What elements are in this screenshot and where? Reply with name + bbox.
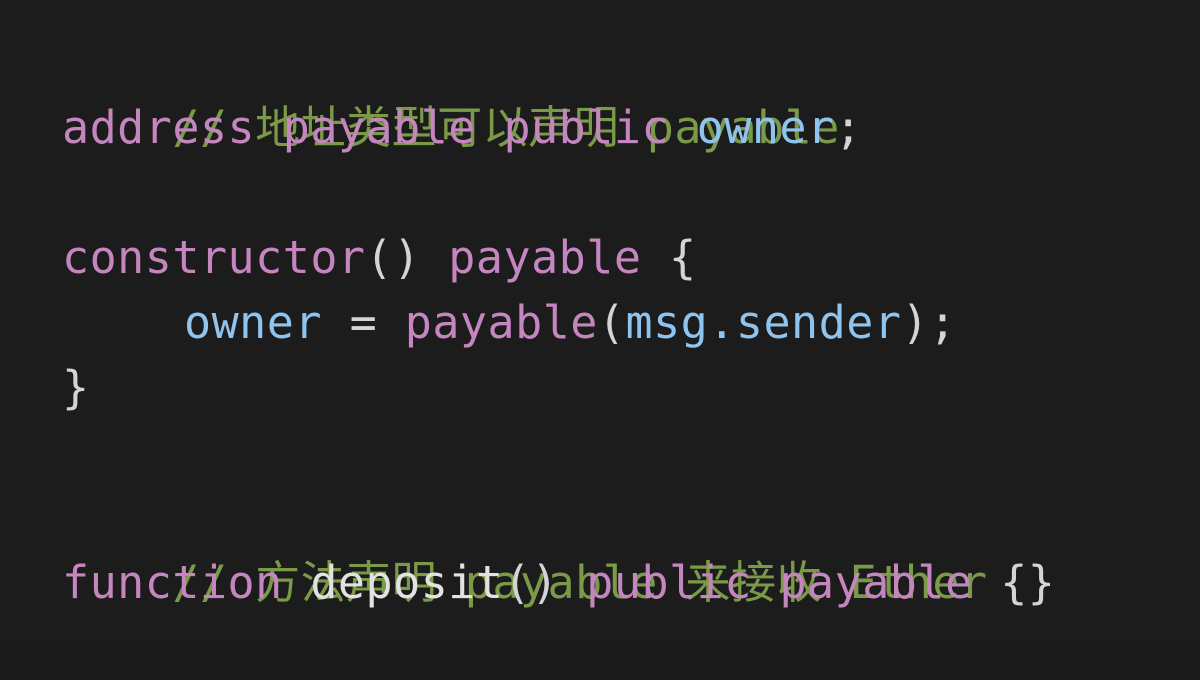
keyword-token: constructor xyxy=(62,231,366,284)
keyword-token: payable xyxy=(404,296,598,349)
punctuation-token: {} xyxy=(1000,556,1056,609)
code-line-4: constructor() payable { xyxy=(62,225,1200,290)
identifier-token: owner xyxy=(696,101,835,154)
identifier-token: msg.sender xyxy=(625,296,902,349)
punctuation-token: () xyxy=(503,556,559,609)
code-line-9: function deposit() public payable {} xyxy=(62,550,1200,615)
function-name-token: deposit xyxy=(310,556,504,609)
code-line-5: owner = payable(msg.sender); xyxy=(62,290,1200,355)
punctuation-token: ); xyxy=(901,296,957,349)
keyword-token: public xyxy=(586,556,752,609)
identifier-token: owner xyxy=(184,296,322,349)
keyword-token: payable xyxy=(282,101,476,154)
code-line-2: address payable public owner; xyxy=(62,95,1200,160)
keyword-token: address xyxy=(62,101,256,154)
code-editor: // 地址类型可以声明 payable address payable publ… xyxy=(0,0,1200,644)
punctuation-token: } xyxy=(62,361,90,414)
keyword-token: payable xyxy=(779,556,973,609)
operator-token: = xyxy=(349,296,378,349)
punctuation-token: () xyxy=(365,231,421,284)
code-line-6: } xyxy=(62,355,1200,420)
punctuation-token: ; xyxy=(834,101,863,154)
keyword-token: payable xyxy=(448,231,642,284)
code-line-1: // 地址类型可以声明 payable xyxy=(62,30,1200,154)
keyword-token: function xyxy=(62,556,283,609)
code-line-8: // 方法声明 payable 来接收 Ether xyxy=(62,485,1200,609)
punctuation-token: ( xyxy=(597,296,626,349)
keyword-token: public xyxy=(503,101,670,154)
punctuation-token: { xyxy=(669,231,697,284)
